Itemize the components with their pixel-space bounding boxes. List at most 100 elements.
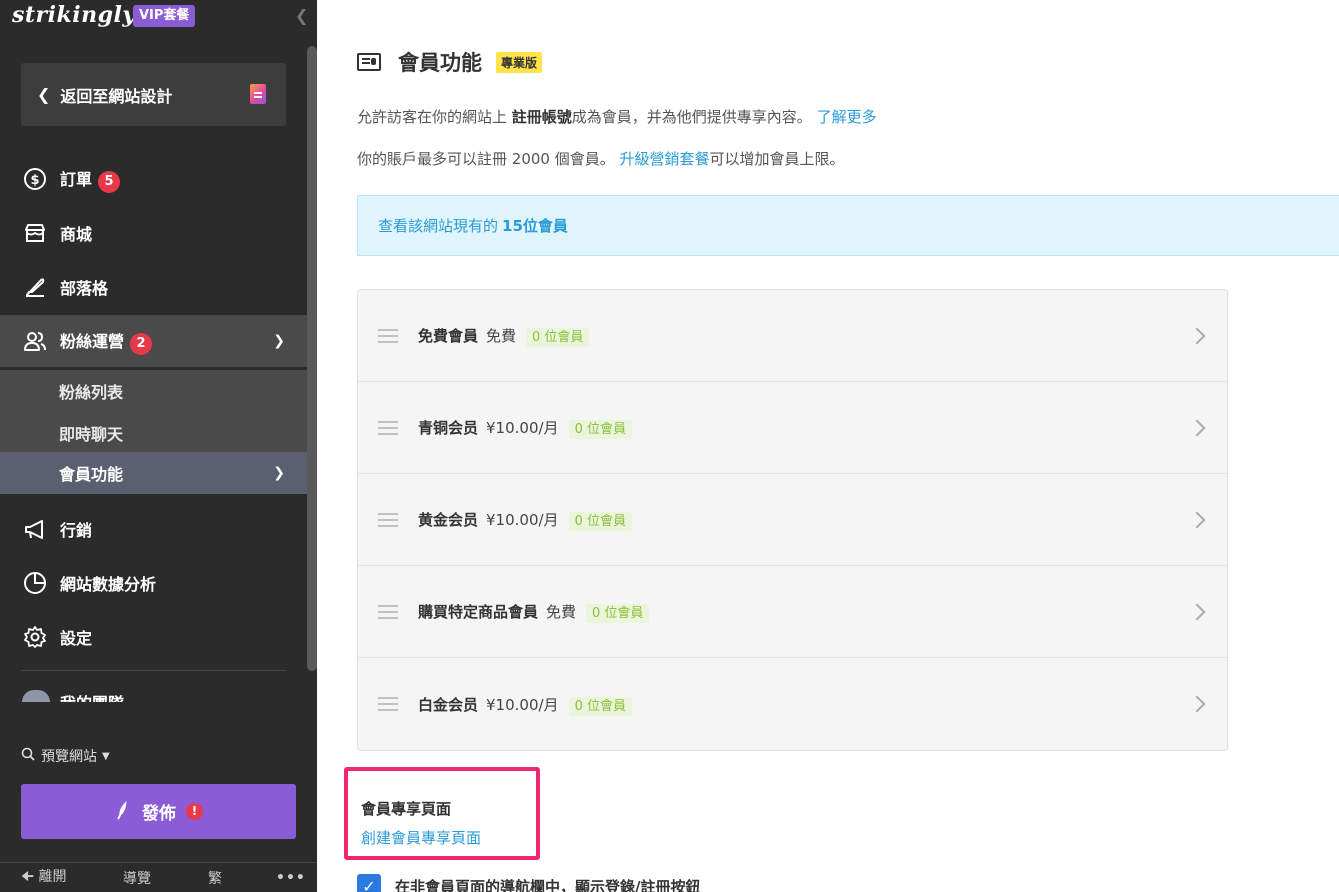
gear-icon — [23, 625, 47, 649]
tier-row[interactable]: 黄金会员 ¥10.00/月 0 位會員 — [358, 474, 1227, 566]
sidebar-subitem-label: 會員功能 — [59, 465, 124, 484]
sidebar-subitem-membership[interactable]: 會員功能 ❯ — [0, 452, 307, 494]
create-exclusive-page-link[interactable]: 創建會員專享頁面 — [361, 827, 481, 848]
tier-name: 白金会员 — [418, 695, 479, 714]
sidebar-subitem-live-chat[interactable]: 即時聊天 — [0, 412, 307, 454]
chevron-right-icon: ❯ — [273, 465, 285, 481]
sidebar-item-fans[interactable]: 粉絲運營 2 ❯ — [0, 315, 307, 367]
pie-chart-icon — [23, 571, 47, 595]
preview-site-label: 預覽網站 — [41, 749, 97, 765]
users-icon — [23, 329, 47, 353]
tier-member-count: 0 位會員 — [526, 328, 590, 347]
back-to-design-label: 返回至網站設計 — [60, 86, 173, 106]
tier-member-count: 0 位會員 — [568, 696, 632, 716]
upgrade-plan-link[interactable]: 升級營銷套餐 — [619, 150, 709, 168]
learn-more-link[interactable]: 了解更多 — [817, 108, 877, 126]
preview-site-link[interactable]: 預覽網站 ▼ — [21, 746, 110, 766]
megaphone-icon — [23, 517, 47, 541]
drag-handle-icon[interactable] — [378, 604, 398, 619]
sidebar-item-label: 我的團隊 — [60, 690, 124, 702]
drag-handle-icon[interactable] — [378, 328, 398, 343]
sidebar-item-label: 設定 — [60, 629, 93, 648]
sidebar-item-team[interactable]: 我的團隊 — [0, 686, 307, 702]
exit-label: 離開 — [38, 868, 67, 885]
page-header: 會員功能 專業版 — [357, 47, 543, 77]
publish-button[interactable]: 發佈 ! — [21, 784, 296, 839]
language-switch[interactable]: 繁 — [208, 868, 222, 888]
sidebar-item-blog[interactable]: 部落格 — [0, 261, 307, 313]
sidebar-item-settings[interactable]: 設定 — [0, 611, 307, 663]
membership-description: 允許訪客在你的網站上 註冊帳號成為會員，并為他們提供專享內容。 了解更多 — [357, 108, 877, 126]
sidebar-item-label: 商城 — [60, 225, 93, 244]
tier-row[interactable]: 青铜会员 ¥10.00/月 0 位會員 — [358, 382, 1227, 474]
page-title: 會員功能 — [398, 51, 482, 75]
main-content: 會員功能 專業版 允許訪客在你的網站上 註冊帳號成為會員，并為他們提供專享內容。… — [317, 0, 1339, 892]
sidebar-item-store[interactable]: 商城 — [0, 207, 307, 259]
tier-row[interactable]: 白金会员 ¥10.00/月 0 位會員 — [358, 658, 1227, 750]
sidebar-divider — [21, 670, 286, 671]
tier-price: ¥10.00/月 — [486, 419, 559, 437]
sidebar-scrollbar[interactable] — [307, 46, 317, 671]
register-account-bold: 註冊帳號 — [511, 108, 572, 126]
chevron-right-icon — [1188, 327, 1206, 344]
chevron-right-icon — [1188, 695, 1206, 713]
exclusive-page-title: 會員專享頁面 — [361, 800, 452, 818]
sidebar-item-analytics[interactable]: 網站數據分析 — [0, 557, 307, 609]
chevron-right-icon — [1188, 603, 1206, 620]
tier-row[interactable]: 免費會員 免費 0 位會員 — [358, 290, 1227, 382]
document-icon — [250, 84, 266, 104]
member-limit-description: 你的賬戶最多可以註冊 2000 個會員。 升級營銷套餐可以增加會員上限。 — [357, 150, 845, 168]
tier-price: 免費 — [546, 603, 577, 621]
drag-handle-icon[interactable] — [378, 697, 398, 711]
tier-row[interactable]: 購買特定商品會員 免費 0 位會員 — [358, 566, 1227, 658]
store-icon — [23, 221, 47, 245]
search-icon — [21, 747, 35, 765]
tier-member-count: 0 位會員 — [568, 420, 632, 439]
sidebar-item-label: 訂單 — [60, 169, 93, 189]
publish-alert-icon: ! — [186, 803, 203, 820]
tier-price: ¥10.00/月 — [486, 511, 559, 529]
tier-price: ¥10.00/月 — [486, 695, 559, 714]
team-avatar-icon — [22, 690, 50, 702]
app-root: strikingly VIP套餐 ❮ ❮ 返回至網站設計 $ 訂單 5 商城 部… — [0, 0, 1339, 892]
rocket-icon — [111, 798, 135, 825]
svg-text:$: $ — [30, 173, 39, 188]
tier-member-count: 0 位會員 — [568, 512, 632, 531]
back-to-design-button[interactable]: ❮ 返回至網站設計 — [21, 63, 286, 126]
sidebar-item-label: 行銷 — [60, 521, 93, 540]
sidebar-footer: 🠈 離開 導覽 繁 ••• — [0, 862, 317, 892]
tier-name: 免費會員 — [418, 327, 479, 345]
arrow-left-icon: 🠈 — [21, 868, 35, 885]
chevron-right-icon — [1188, 511, 1206, 528]
more-menu-icon[interactable]: ••• — [276, 870, 306, 886]
publish-label: 發佈 — [142, 804, 176, 824]
view-members-banner[interactable]: 查看該網站現有的 15位會員 — [357, 195, 1339, 256]
strikingly-logo[interactable]: strikingly — [12, 2, 136, 28]
sidebar-item-orders[interactable]: $ 訂單 5 — [0, 153, 307, 205]
orders-count-badge: 5 — [98, 170, 121, 193]
sidebar: strikingly VIP套餐 ❮ ❮ 返回至網站設計 $ 訂單 5 商城 部… — [0, 0, 317, 892]
sidebar-item-label: 粉絲運營 — [60, 331, 125, 351]
sidebar-header: strikingly VIP套餐 ❮ — [0, 0, 317, 40]
sidebar-item-marketing[interactable]: 行銷 — [0, 503, 307, 555]
sidebar-subitem-label: 粉絲列表 — [59, 383, 124, 402]
show-login-label: 在非會員頁面的導航欄中，顯示登錄/註冊按鈕 — [395, 877, 701, 892]
vip-badge: VIP套餐 — [133, 5, 196, 27]
exit-link[interactable]: 🠈 離開 — [21, 866, 66, 890]
caret-down-icon: ▼ — [102, 750, 110, 762]
sidebar-subitem-fan-list[interactable]: 粉絲列表 — [0, 370, 307, 412]
dollar-circle-icon: $ — [23, 167, 47, 191]
chevron-left-icon: ❮ — [37, 85, 51, 104]
tier-member-count: 0 位會員 — [586, 604, 650, 623]
tier-name: 青铜会员 — [418, 419, 479, 437]
collapse-sidebar-icon[interactable]: ❮ — [295, 6, 308, 25]
drag-handle-icon[interactable] — [378, 512, 398, 527]
guide-link[interactable]: 導覽 — [123, 868, 151, 888]
sidebar-subitem-label: 即時聊天 — [59, 425, 124, 444]
fans-count-badge: 2 — [130, 332, 153, 355]
show-login-checkbox[interactable]: ✓ — [357, 874, 381, 892]
tier-name: 黄金会员 — [418, 511, 479, 529]
exclusive-page-highlight: 會員專享頁面 創建會員專享頁面 — [344, 767, 540, 860]
sidebar-item-label: 網站數據分析 — [60, 575, 157, 594]
drag-handle-icon[interactable] — [378, 420, 398, 435]
